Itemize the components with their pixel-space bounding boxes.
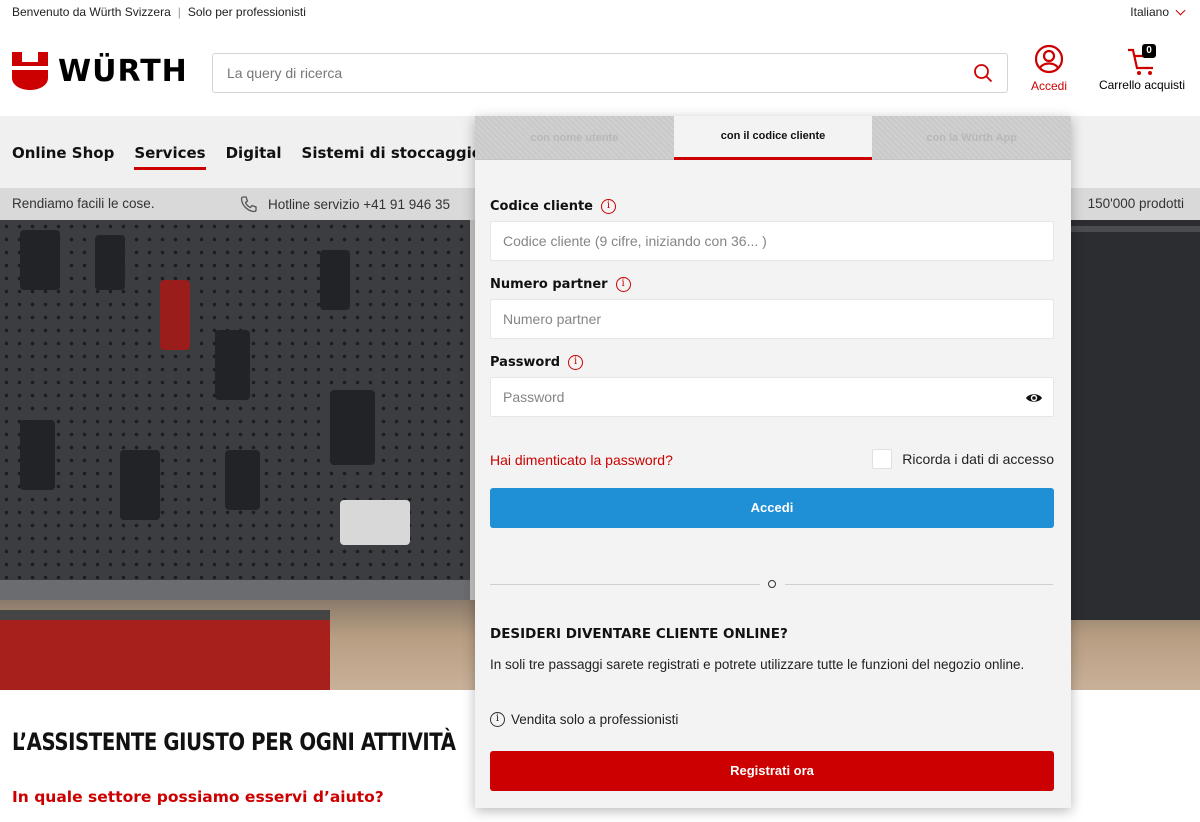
wurth-logo-icon — [12, 52, 48, 90]
password-field[interactable] — [490, 377, 1054, 417]
main-nav: Online Shop Services Digital Sistemi di … — [12, 144, 482, 170]
tagline: Rendiamo facili le cose. — [12, 196, 155, 211]
top-bar: Benvenuto da Würth Svizzera | Solo per pro… — [0, 0, 1200, 26]
language-selector[interactable]: Italiano — [1130, 5, 1186, 19]
tool-shape — [330, 390, 375, 465]
tool-shape — [320, 250, 350, 310]
cart-label: Carrello acquisti — [1098, 78, 1186, 92]
customer-code-label: Codice cliente i — [490, 199, 617, 214]
cart-count-badge: 0 — [1142, 44, 1156, 58]
divider-line — [490, 584, 760, 585]
user-circle-icon — [1034, 44, 1064, 74]
wurth-logo[interactable]: WÜRTH — [12, 52, 188, 90]
tool-shape — [340, 500, 410, 545]
tab-wurth-app[interactable]: con la Würth App — [872, 116, 1072, 160]
register-title: DESIDERI DIVENTARE CLIENTE ONLINE? — [490, 626, 788, 642]
login-tabs: con nome utente con il codice cliente co… — [475, 116, 1072, 160]
info-icon[interactable]: i — [615, 277, 631, 292]
pegboard — [0, 220, 470, 630]
hotline-text: Hotline servizio +41 91 946 35 — [268, 196, 450, 212]
partner-input[interactable] — [503, 300, 1023, 338]
password-label-text: Password — [490, 355, 561, 370]
logo-text: WÜRTH — [58, 53, 188, 89]
tab-customer-code[interactable]: con il codice cliente — [673, 116, 873, 160]
tool-shape — [225, 450, 260, 510]
welcome-text: Benvenuto da Würth Svizzera | Solo per pro… — [12, 5, 306, 19]
customer-code-input[interactable] — [503, 222, 1023, 260]
nav-item-online-shop[interactable]: Online Shop — [12, 144, 114, 170]
account-button[interactable]: Accedi — [1024, 44, 1074, 93]
password-input[interactable] — [503, 378, 1023, 416]
tab-username[interactable]: con nome utente — [475, 116, 674, 160]
nav-item-digital[interactable]: Digital — [226, 144, 282, 170]
customer-code-field[interactable] — [490, 221, 1054, 261]
divider-line — [785, 584, 1053, 585]
register-button[interactable]: Registrati ora — [490, 751, 1054, 791]
divider-dot — [768, 580, 776, 588]
eye-icon[interactable] — [1025, 389, 1043, 407]
tool-shape — [215, 330, 250, 400]
login-button[interactable]: Accedi — [490, 488, 1054, 528]
tool-cabinet — [0, 610, 330, 690]
page-heading: L’ASSISTENTE GIUSTO PER OGNI ATTIVITÀ — [12, 728, 456, 756]
password-label: Password i — [490, 355, 584, 370]
page-subheading: In quale settore possiamo esservi d’aiut… — [12, 788, 384, 806]
search-box[interactable] — [212, 53, 1008, 93]
remember-checkbox[interactable] — [872, 449, 893, 469]
register-note-text: Vendita solo a professionisti — [511, 712, 679, 727]
tool-shape — [20, 420, 55, 490]
info-icon[interactable]: i — [601, 199, 617, 214]
partner-label-text: Numero partner — [490, 277, 608, 292]
welcome-label: Benvenuto da Würth Svizzera — [12, 5, 171, 19]
search-icon[interactable] — [973, 63, 993, 83]
forgot-password-link[interactable]: Hai dimenticato la password? — [490, 452, 673, 468]
chevron-down-icon — [1175, 5, 1186, 15]
register-text: In soli tre passaggi sarete registrati e… — [490, 657, 1025, 672]
nav-item-storage-systems[interactable]: Sistemi di stoccaggio — [302, 144, 483, 170]
register-note: i Vendita solo a professionisti — [490, 712, 678, 727]
language-label: Italiano — [1130, 5, 1169, 19]
remember-me[interactable]: Ricorda i dati di accesso — [872, 449, 1054, 469]
nav-item-services[interactable]: Services — [134, 144, 206, 170]
cart-button[interactable]: 0 Carrello acquisti — [1090, 42, 1194, 92]
search-input[interactable] — [227, 54, 967, 92]
remember-label: Ricorda i dati di accesso — [902, 451, 1054, 467]
info-icon: i — [490, 712, 505, 727]
customer-code-label-text: Codice cliente — [490, 199, 594, 214]
cabinet-top — [0, 610, 330, 620]
separator: | — [177, 5, 181, 19]
professionals-label: Solo per professionisti — [187, 5, 306, 19]
tool-shape — [160, 280, 190, 350]
cart-icon-wrap: 0 — [1122, 42, 1162, 78]
account-label: Accedi — [1030, 79, 1068, 93]
login-popup: con nome utente con il codice cliente co… — [475, 116, 1072, 808]
phone-icon — [240, 196, 257, 213]
tool-shape — [95, 235, 125, 290]
partner-field[interactable] — [490, 299, 1054, 339]
products-count: 150'000 prodotti — [1087, 196, 1184, 211]
hotline[interactable]: Hotline servizio +41 91 946 35 — [240, 195, 450, 213]
info-icon[interactable]: i — [568, 355, 584, 370]
tool-shape — [20, 230, 60, 290]
tool-shape — [120, 450, 160, 520]
partner-label: Numero partner i — [490, 277, 631, 292]
